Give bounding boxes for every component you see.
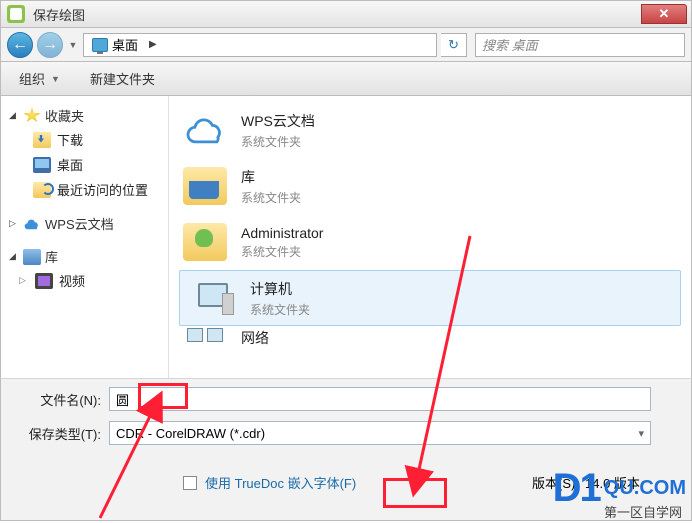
- main-pane: ◢ 收藏夹 下载 桌面 最近访问的位置 ▷: [0, 96, 692, 378]
- item-title: 网络: [241, 328, 269, 348]
- nav-item-downloads[interactable]: 下载: [5, 127, 164, 152]
- chevron-down-icon: ▼: [51, 74, 60, 84]
- cloud-icon: [181, 108, 229, 152]
- chevron-down-icon: ▾: [638, 427, 644, 440]
- filetype-label: 保存类型(T):: [13, 424, 109, 443]
- refresh-button[interactable]: ↻: [441, 33, 467, 57]
- desktop-icon: [33, 157, 51, 173]
- nav-favorites[interactable]: ◢ 收藏夹: [5, 104, 164, 127]
- search-input[interactable]: 搜索 桌面: [475, 33, 685, 57]
- collapse-icon[interactable]: ◢: [9, 110, 19, 121]
- new-folder-button[interactable]: 新建文件夹: [82, 66, 163, 91]
- item-title: WPS云文档: [241, 111, 315, 131]
- list-item[interactable]: 库 系统文件夹: [169, 158, 691, 214]
- truedoc-checkbox[interactable]: [183, 476, 197, 490]
- filetype-select[interactable]: CDR - CorelDRAW (*.cdr) ▾: [109, 421, 651, 445]
- collapse-icon[interactable]: ◢: [9, 251, 19, 262]
- item-title: 库: [241, 167, 301, 187]
- nav-tree[interactable]: ◢ 收藏夹 下载 桌面 最近访问的位置 ▷: [1, 96, 169, 378]
- nav-libraries[interactable]: ◢ 库: [5, 245, 164, 268]
- toolbar: 组织 ▼ 新建文件夹: [0, 62, 692, 96]
- filename-label: 文件名(N):: [13, 390, 109, 409]
- list-item[interactable]: WPS云文档 系统文件夹: [169, 102, 691, 158]
- chevron-right-icon[interactable]: ▶: [145, 34, 162, 56]
- organize-button[interactable]: 组织 ▼: [11, 66, 68, 91]
- network-icon: [183, 328, 227, 348]
- organize-label: 组织: [19, 69, 45, 88]
- star-icon: [23, 108, 41, 124]
- item-subtitle: 系统文件夹: [241, 133, 315, 150]
- library-icon: [183, 167, 227, 205]
- watermark-domain: QU.COM: [604, 477, 686, 500]
- item-subtitle: 系统文件夹: [241, 243, 323, 260]
- expand-icon[interactable]: ▷: [19, 275, 29, 286]
- list-item-selected[interactable]: 计算机 系统文件夹: [179, 270, 681, 326]
- forward-button[interactable]: →: [37, 32, 63, 58]
- list-item[interactable]: 网络: [169, 326, 691, 348]
- download-icon: [33, 132, 51, 148]
- library-icon: [23, 249, 41, 265]
- recent-icon: [33, 182, 51, 198]
- nav-history-dropdown[interactable]: ▼: [67, 33, 79, 57]
- back-button[interactable]: ←: [7, 32, 33, 58]
- nav-item-desktop[interactable]: 桌面: [5, 152, 164, 177]
- expand-icon[interactable]: ▷: [9, 218, 19, 229]
- item-title: Administrator: [241, 225, 323, 241]
- truedoc-label: 使用 TrueDoc 嵌入字体(F): [205, 473, 356, 492]
- item-title: 计算机: [250, 279, 310, 299]
- filetype-value: CDR - CorelDRAW (*.cdr): [116, 426, 265, 441]
- watermark-sub: 第一区自学网: [604, 502, 682, 521]
- cloud-icon: [23, 216, 41, 232]
- computer-icon: [192, 279, 236, 317]
- user-folder-icon: [183, 223, 227, 261]
- nav-item-videos[interactable]: ▷ 视频: [5, 268, 164, 293]
- title-bar: 保存绘图 ✕: [0, 0, 692, 28]
- nav-wps-cloud[interactable]: ▷ WPS云文档: [5, 212, 164, 235]
- desktop-icon: [92, 38, 108, 52]
- list-item[interactable]: Administrator 系统文件夹: [169, 214, 691, 270]
- close-button[interactable]: ✕: [641, 4, 687, 24]
- video-icon: [35, 273, 53, 289]
- nav-favorites-label: 收藏夹: [45, 106, 84, 125]
- new-folder-label: 新建文件夹: [90, 69, 155, 88]
- watermark-logo: D1: [553, 466, 600, 511]
- item-subtitle: 系统文件夹: [250, 301, 310, 318]
- breadcrumb-segment[interactable]: 桌面: [112, 35, 138, 54]
- nav-item-recent[interactable]: 最近访问的位置: [5, 177, 164, 202]
- item-subtitle: 系统文件夹: [241, 189, 301, 206]
- window-title: 保存绘图: [33, 5, 641, 24]
- app-icon: [7, 5, 25, 23]
- filename-input[interactable]: [109, 387, 651, 411]
- breadcrumb[interactable]: 桌面 ▶: [83, 33, 437, 57]
- file-list[interactable]: WPS云文档 系统文件夹 库 系统文件夹 Administrator 系统文件夹…: [169, 96, 691, 378]
- path-bar: ← → ▼ 桌面 ▶ ↻ 搜索 桌面: [0, 28, 692, 62]
